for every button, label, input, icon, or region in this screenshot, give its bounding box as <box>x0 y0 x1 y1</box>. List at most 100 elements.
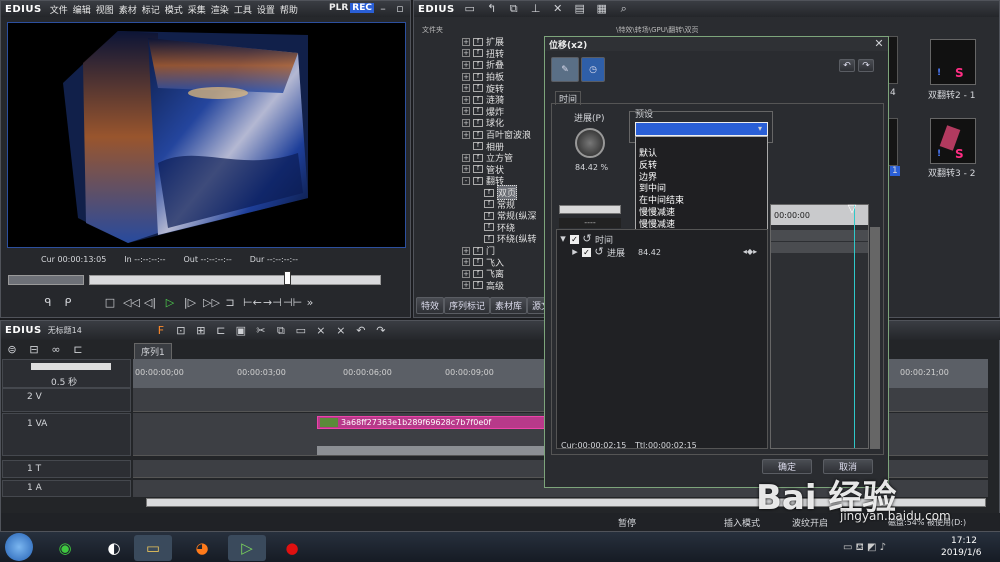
row-time[interactable]: ▾ ✓ ↺ 时间 <box>559 232 613 246</box>
tab-effects[interactable]: 特效 <box>416 297 445 314</box>
checkbox-time[interactable]: ✓ <box>570 234 579 244</box>
link-icon[interactable]: ∞ <box>49 343 63 357</box>
tree-item[interactable]: f 常规 <box>484 198 515 211</box>
tree-item[interactable]: + f 拍板 <box>462 71 504 83</box>
effect-icon[interactable]: F <box>154 324 168 338</box>
expand-icon[interactable]: + <box>462 84 470 93</box>
tree-item[interactable]: f 相册 <box>462 140 504 153</box>
menu-settings[interactable]: 设置 <box>257 6 275 16</box>
tree-item[interactable]: f 双页 <box>484 185 518 201</box>
graph-cursor[interactable] <box>854 205 855 448</box>
position-slider[interactable] <box>89 275 381 285</box>
thumb-4[interactable]: ! S <box>930 118 976 164</box>
firefox-icon[interactable]: ◕ <box>183 535 221 561</box>
tree-item[interactable]: + f 球化 <box>462 117 504 129</box>
tree-item[interactable]: + f 扩展 <box>462 36 504 48</box>
folder-icon[interactable]: ▭ <box>463 2 477 16</box>
split-icon[interactable]: ⊣⊢ <box>283 296 302 310</box>
file-explorer-icon[interactable]: ▭ <box>134 535 172 561</box>
tree-item[interactable]: f 环绕(纵转 <box>484 233 537 245</box>
clock-date[interactable]: 2019/1/6 <box>941 548 981 558</box>
zoom-slider[interactable] <box>31 363 111 370</box>
tree-item[interactable]: + f 飞离 <box>462 268 504 280</box>
redo-icon[interactable]: ↷ <box>374 324 388 338</box>
preset-option[interactable]: 在中间结束 <box>636 196 767 208</box>
step-forward-icon[interactable]: |▷ <box>183 296 197 310</box>
delete-icon[interactable]: ✕ <box>551 2 565 16</box>
start-button[interactable] <box>5 533 33 561</box>
delete-clip-icon[interactable]: ⨯ <box>314 324 328 338</box>
preset-option[interactable]: 边界 <box>636 173 767 185</box>
progress-knob[interactable] <box>575 128 605 158</box>
rec-toggle[interactable]: REC <box>350 3 374 13</box>
expand-icon[interactable]: + <box>462 95 470 104</box>
expand-icon[interactable]: + <box>462 258 470 267</box>
preset-option[interactable]: 反转 <box>636 161 767 173</box>
qq-icon[interactable]: ◐ <box>95 535 133 561</box>
track-1a-header[interactable]: 1 A <box>2 480 131 497</box>
capture-icon[interactable]: ⊡ <box>174 324 188 338</box>
set-out-icon[interactable]: ᑭ <box>61 296 75 310</box>
expand-icon[interactable]: + <box>462 246 470 255</box>
preset-option[interactable]: 默认 <box>636 149 767 161</box>
track-2v-header[interactable]: 2 V <box>2 388 131 412</box>
tree-item[interactable]: + f 门 <box>462 245 495 257</box>
cut-icon[interactable]: ✂ <box>254 324 268 338</box>
menu-help[interactable]: 帮助 <box>280 6 298 16</box>
clock-time[interactable]: 17:12 <box>951 536 977 546</box>
tree-item[interactable]: + f 爆炸 <box>462 106 504 118</box>
time-field[interactable]: ---- <box>559 218 621 228</box>
menu-marker[interactable]: 标记 <box>142 6 160 16</box>
browser-360-icon[interactable]: ◉ <box>46 535 84 561</box>
preset-option[interactable]: 到中间 <box>636 184 767 196</box>
tree-item[interactable]: + f 飞入 <box>462 256 504 269</box>
set-in-icon[interactable]: ᑫ <box>41 296 55 310</box>
menu-clip[interactable]: 素材 <box>119 6 137 16</box>
insert-icon[interactable]: ⊢← <box>243 296 262 310</box>
expand-progress-icon[interactable]: ▸ <box>571 245 579 259</box>
checkbox-progress[interactable]: ✓ <box>582 247 591 257</box>
tree-item[interactable]: + f 百叶窗波浪 <box>462 129 531 141</box>
tree-item[interactable]: f 常规(纵深 <box>484 210 537 222</box>
tree-item[interactable]: f 环绕 <box>484 222 515 234</box>
expand-icon[interactable]: + <box>462 72 470 81</box>
ripple-delete-icon[interactable]: ⨯ <box>334 324 348 338</box>
thumb-2[interactable]: ! S <box>930 39 976 85</box>
playhead-marker[interactable] <box>284 271 291 285</box>
expand-icon[interactable]: + <box>462 269 470 278</box>
save-icon[interactable]: ▣ <box>234 324 248 338</box>
tree-item[interactable]: + f 旋转 <box>462 82 504 95</box>
graph-playhead-icon[interactable]: ▽ <box>845 202 859 216</box>
loop-icon[interactable]: ⊐ <box>223 296 237 310</box>
copy-clip-icon[interactable]: ⧉ <box>274 324 288 338</box>
step-back-icon[interactable]: ◁| <box>143 296 157 310</box>
plr-toggle[interactable]: PLR <box>329 3 348 13</box>
maximize-icon[interactable]: ▫ <box>393 2 407 16</box>
expand-icon[interactable]: + <box>462 49 470 58</box>
recorder-icon[interactable]: ● <box>273 535 311 561</box>
expand-icon[interactable]: + <box>462 107 470 116</box>
tab-sequence-markers[interactable]: 序列标记 <box>444 297 491 314</box>
menu-edit[interactable]: 编辑 <box>73 6 91 16</box>
track-sync-icon[interactable]: ⊟ <box>27 343 41 357</box>
menu-render[interactable]: 渲染 <box>211 6 229 16</box>
effect-tab-icon[interactable]: ✎ <box>551 57 579 82</box>
menu-capture[interactable]: 采集 <box>188 6 206 16</box>
redo-setting-icon[interactable]: ↷ <box>858 59 874 72</box>
track-1t-header[interactable]: 1 T <box>2 460 131 478</box>
keyframe-nav-icon[interactable]: ◂◆▸ <box>735 245 765 259</box>
dialog-close-icon[interactable]: ✕ <box>872 37 886 51</box>
expand-icon[interactable]: + <box>462 37 470 46</box>
undo-setting-icon[interactable]: ↶ <box>839 59 855 72</box>
edius-task-icon[interactable]: ▷ <box>228 535 266 561</box>
expand-icon[interactable]: + <box>462 281 470 290</box>
up-icon[interactable]: ↰ <box>485 2 499 16</box>
track-settings-icon[interactable]: ⊜ <box>5 343 19 357</box>
preset-dropdown[interactable]: ▾ <box>635 122 768 136</box>
expand-icon[interactable]: + <box>462 118 470 127</box>
paste-icon[interactable]: ▭ <box>294 324 308 338</box>
open-icon[interactable]: ⊏ <box>214 324 228 338</box>
reset-progress-icon[interactable]: ↺ <box>594 245 604 259</box>
expand-icon[interactable]: + <box>462 165 470 174</box>
tree-item[interactable]: + f 扭转 <box>462 48 504 60</box>
